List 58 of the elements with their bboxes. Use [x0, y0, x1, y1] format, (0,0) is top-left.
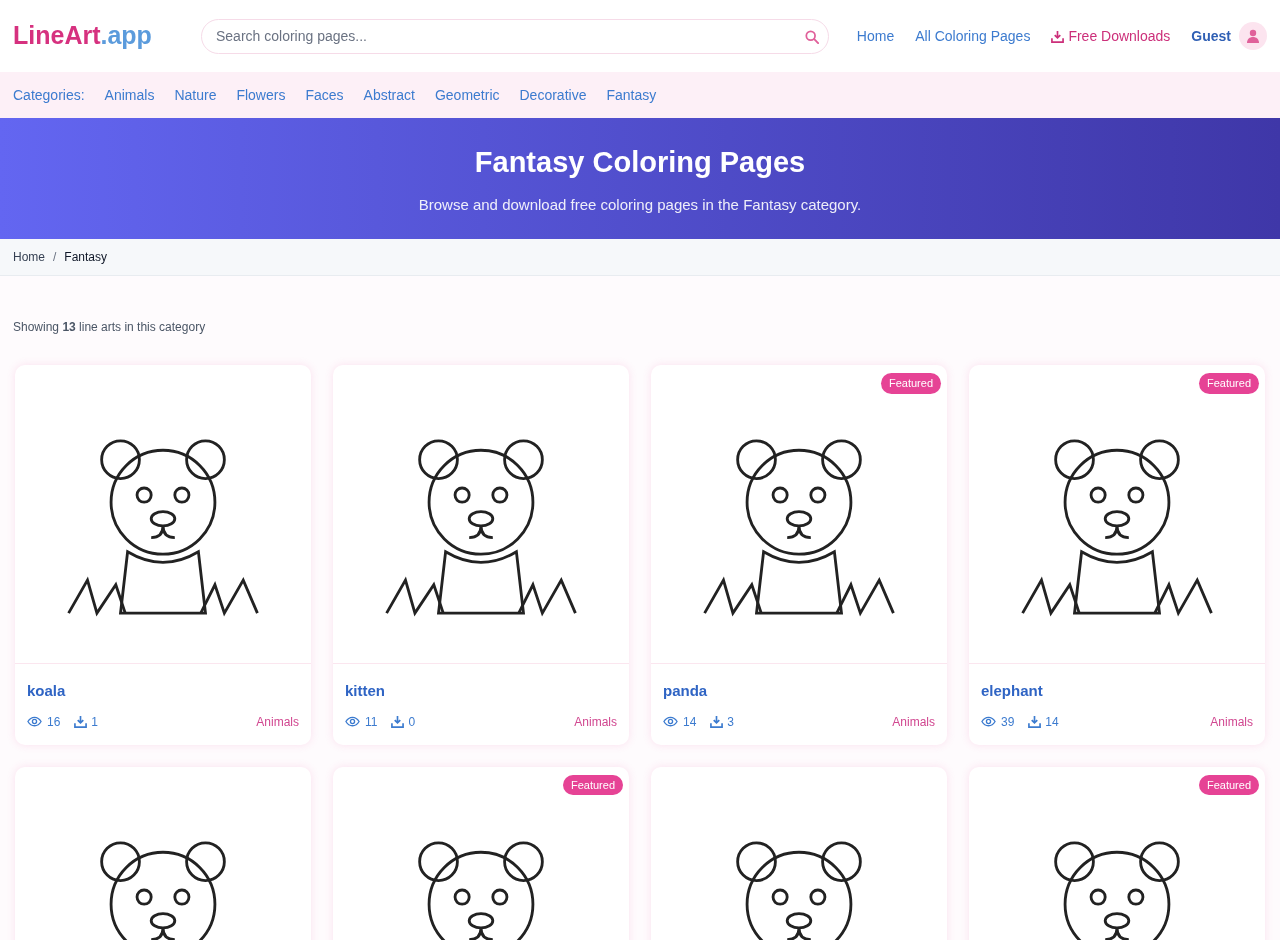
- category-link[interactable]: Abstract: [363, 84, 415, 106]
- download-icon: [1028, 715, 1042, 728]
- eye-icon: [663, 716, 678, 727]
- eye-icon: [345, 716, 360, 727]
- featured-badge: Featured: [1198, 373, 1259, 394]
- category-tag[interactable]: Animals: [892, 712, 935, 731]
- card-title[interactable]: kitten: [345, 680, 617, 703]
- category-link[interactable]: Geometric: [434, 84, 500, 106]
- view-count: 11: [365, 713, 378, 731]
- coloring-page-card[interactable]: Featured: [969, 766, 1265, 940]
- featured-badge: Featured: [562, 774, 623, 795]
- download-count: 0: [408, 713, 416, 731]
- view-count: 16: [47, 713, 61, 731]
- view-count: 39: [1001, 713, 1015, 731]
- categories-label: Categories:: [13, 85, 85, 105]
- coloring-page-card[interactable]: koala 16 1 Animals: [15, 365, 311, 745]
- logo[interactable]: LineArt.app: [13, 17, 201, 55]
- eye-icon: [27, 716, 42, 727]
- user-menu[interactable]: Guest: [1191, 22, 1267, 50]
- category-link[interactable]: Flowers: [236, 84, 286, 106]
- search-icon[interactable]: [805, 29, 819, 44]
- breadcrumb-current[interactable]: Fantasy: [64, 248, 108, 266]
- search-field[interactable]: Search coloring pages...: [201, 18, 829, 54]
- nav-link[interactable]: All Coloring Pages: [915, 25, 1031, 47]
- featured-badge: Featured: [880, 373, 941, 394]
- breadcrumb-separator: /: [53, 249, 57, 266]
- category-tag[interactable]: Animals: [574, 712, 617, 731]
- avatar-icon: [1239, 22, 1267, 50]
- result-count: Showing 13 line arts in this category: [13, 319, 207, 336]
- download-count: 1: [91, 713, 99, 731]
- category-link[interactable]: Nature: [174, 84, 217, 106]
- card-title[interactable]: koala: [27, 680, 299, 703]
- coloring-page-card[interactable]: Featured: [333, 766, 629, 940]
- card-title[interactable]: panda: [663, 680, 935, 703]
- download-icon: [710, 715, 724, 728]
- download-icon: [74, 715, 88, 728]
- download-icon: [1051, 29, 1065, 43]
- nav-link[interactable]: Home: [856, 25, 895, 47]
- free-downloads-link[interactable]: Free Downloads: [1051, 25, 1171, 47]
- card-title[interactable]: elephant: [981, 680, 1253, 703]
- category-link[interactable]: Decorative: [519, 84, 587, 106]
- coloring-page-card[interactable]: kitten 11 0 Animals: [333, 365, 629, 745]
- download-icon: [391, 715, 405, 728]
- download-count: 14: [1045, 713, 1059, 731]
- eye-icon: [981, 716, 996, 727]
- breadcrumb-link[interactable]: Home: [13, 248, 45, 266]
- view-count: 14: [683, 713, 697, 731]
- download-count: 3: [727, 713, 735, 731]
- category-link[interactable]: Animals: [104, 84, 155, 106]
- featured-badge: Featured: [1198, 774, 1259, 795]
- coloring-page-card[interactable]: Featured panda 14 3 Animals: [651, 365, 947, 745]
- page-title: Fantasy Coloring Pages: [474, 144, 806, 180]
- category-link[interactable]: Fantasy: [606, 84, 657, 106]
- category-tag[interactable]: Animals: [256, 712, 299, 731]
- coloring-page-card[interactable]: Featured elephant 39 14 Animals: [969, 365, 1265, 745]
- category-tag[interactable]: Animals: [1210, 712, 1253, 731]
- page-subtitle: Browse and download free coloring pages in the Fantasy category.: [418, 195, 862, 215]
- category-link[interactable]: Faces: [305, 84, 344, 106]
